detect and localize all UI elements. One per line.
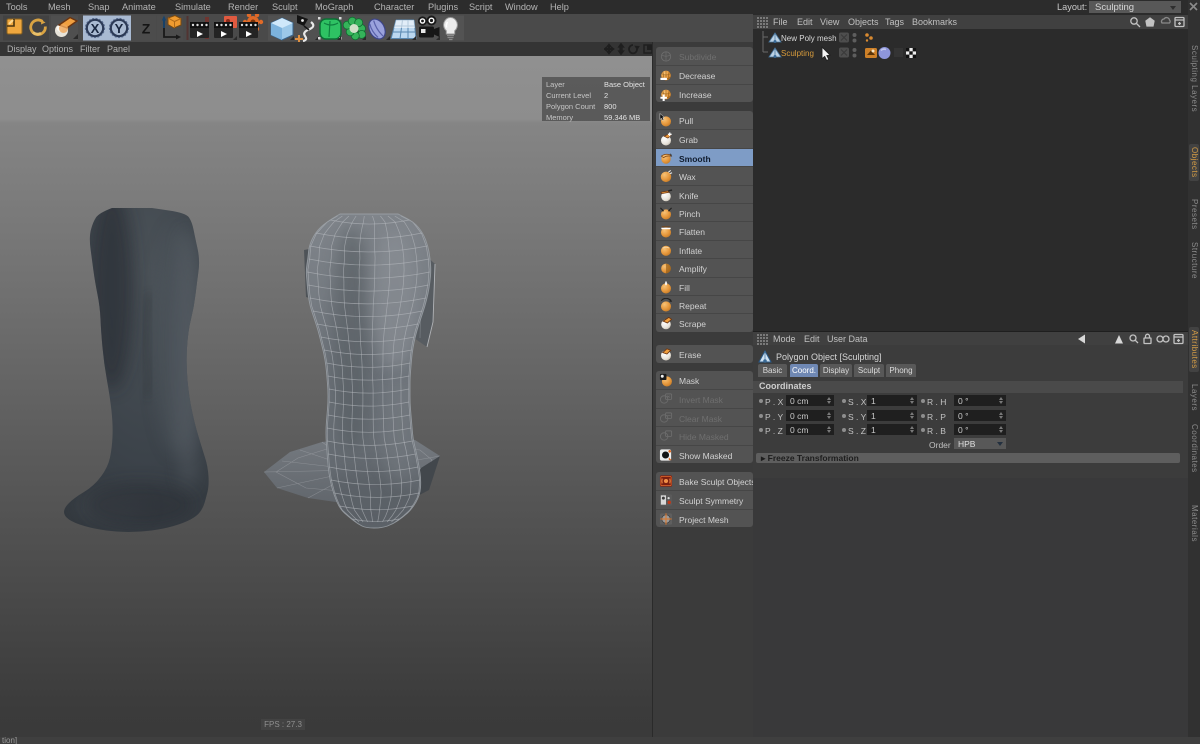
svg-text:New Poly mesh: New Poly mesh xyxy=(781,34,837,43)
svg-text:Y: Y xyxy=(115,21,124,36)
svg-text:Z: Z xyxy=(142,21,151,37)
svg-text:X: X xyxy=(91,21,100,36)
svg-text:Sculpting: Sculpting xyxy=(781,49,814,58)
